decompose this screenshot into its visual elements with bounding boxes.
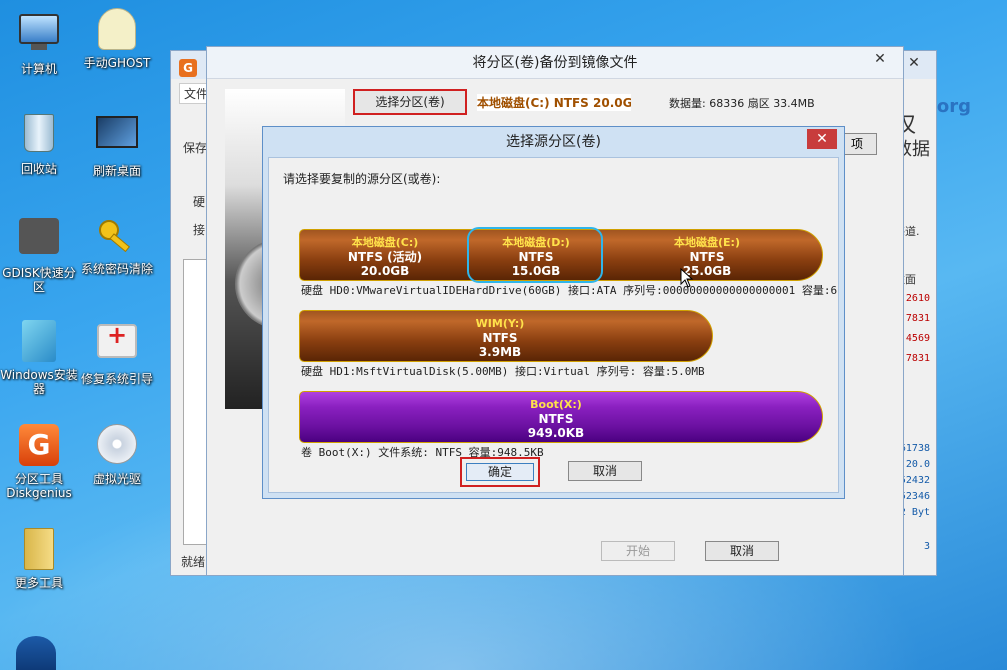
diskgenius-app-icon: G: [179, 59, 197, 77]
ghost-desktop-icon[interactable]: 手动GHOST: [78, 8, 156, 70]
select-partition-button[interactable]: 选择分区(卷): [353, 89, 467, 115]
sidebar-disk-label: 硬: [193, 195, 206, 209]
dialog-body: 请选择要复制的源分区(或卷): 本地磁盘(C:) NTFS (活动) 20.0G…: [268, 157, 839, 493]
main-window-close-icon[interactable]: ✕: [900, 55, 928, 75]
key-icon: [95, 214, 139, 258]
partition-wim-y[interactable]: WIM(Y:) NTFS 3.9MB: [300, 311, 700, 361]
backup-cancel-button[interactable]: 取消: [705, 541, 779, 561]
repair-boot-desktop-icon[interactable]: 修复系统引导: [78, 318, 156, 386]
icon-label: 回收站: [20, 162, 57, 176]
selected-partition-label: 本地磁盘(C:) NTFS 20.0GB: [477, 94, 631, 111]
dialog-prompt: 请选择要复制的源分区(或卷):: [283, 172, 441, 186]
computer-icon: [17, 14, 61, 58]
recycle-bin-desktop-icon[interactable]: 回收站: [0, 110, 78, 176]
mouse-cursor-icon: [680, 268, 694, 288]
partition-c[interactable]: 本地磁盘(C:) NTFS (活动) 20.0GB: [300, 230, 470, 280]
windows-installer-icon: [17, 320, 61, 364]
disk-hd1-info: 硬盘 HD1:MsftVirtualDisk(5.00MB) 接口:Virtua…: [301, 365, 705, 378]
backup-window-title: 将分区(卷)备份到镜像文件: [207, 47, 903, 79]
partition-boot-x[interactable]: Boot(X:) NTFS 949.0KB: [300, 392, 812, 442]
data-size-label: 数据量: 68336 扇区 33.4MB: [669, 97, 815, 110]
icon-label: 分区工具Diskgenius: [6, 472, 72, 500]
dialog-close-icon[interactable]: ✕: [807, 129, 837, 149]
icon-label: GDISK快速分区: [2, 266, 76, 294]
dialog-title: 选择源分区(卷): [506, 134, 601, 150]
icon-label: 刷新桌面: [92, 164, 141, 178]
icon-label: 虚拟光驱: [92, 472, 141, 486]
icon-label: 系统密码清除: [80, 262, 153, 276]
icon-label: 修复系统引导: [80, 372, 153, 386]
ghost-icon: [95, 8, 139, 52]
select-source-dialog: 选择源分区(卷) ✕ 请选择要复制的源分区(或卷): 本地磁盘(C:) NTFS…: [262, 126, 845, 499]
ok-button-highlight: 确定: [460, 457, 540, 487]
dialog-cancel-button[interactable]: 取消: [568, 461, 642, 481]
icon-label: Windows安装器: [0, 368, 78, 396]
cd-icon: [95, 424, 139, 468]
sidebar-interface-label: 接: [193, 223, 206, 237]
volume-boot-bar: Boot(X:) NTFS 949.0KB: [299, 391, 823, 443]
gear-disk-icon: [17, 218, 61, 262]
toolbar-save[interactable]: 保存: [183, 139, 207, 156]
recycle-bin-icon: [17, 114, 61, 158]
virtual-drive-desktop-icon[interactable]: 虚拟光驱: [78, 422, 156, 486]
password-clear-desktop-icon[interactable]: 系统密码清除: [78, 214, 156, 276]
partition-selection-outline: [467, 227, 603, 283]
more-tools-desktop-icon[interactable]: 更多工具: [0, 526, 78, 590]
diskgenius-icon: G: [17, 424, 61, 468]
windows-installer-desktop-icon[interactable]: Windows安装器: [0, 318, 78, 396]
disk-hd1-bar: WIM(Y:) NTFS 3.9MB: [299, 310, 713, 362]
computer-desktop-icon[interactable]: 计算机: [0, 8, 78, 76]
folder-icon: [17, 528, 61, 572]
gdisk-desktop-icon[interactable]: GDISK快速分区: [0, 214, 78, 294]
partition-e[interactable]: 本地磁盘(E:) NTFS 25.0GB: [602, 230, 812, 280]
refresh-desktop-icon[interactable]: 刷新桌面: [78, 110, 156, 178]
ok-button[interactable]: 确定: [466, 463, 534, 481]
icon-label: 计算机: [20, 62, 57, 76]
peach-logo-icon: [16, 636, 56, 670]
monitor-icon: [95, 116, 139, 160]
icon-label: 手动GHOST: [83, 56, 151, 70]
status-bar-text: 就绪: [181, 555, 206, 569]
icon-label: 更多工具: [14, 576, 63, 590]
start-button[interactable]: 开始: [601, 541, 675, 561]
backup-window-close-icon[interactable]: ✕: [865, 51, 895, 71]
diskgenius-desktop-icon[interactable]: G 分区工具Diskgenius: [0, 422, 78, 500]
disk-hd0-info: 硬盘 HD0:VMwareVirtualIDEHardDrive(60GB) 接…: [301, 284, 838, 297]
first-aid-kit-icon: [95, 324, 139, 368]
